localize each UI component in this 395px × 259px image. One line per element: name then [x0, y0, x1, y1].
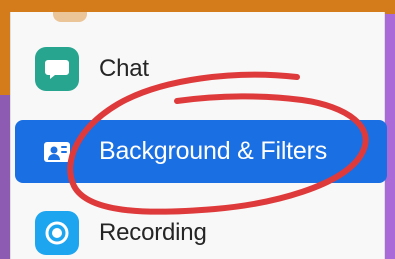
sidebar-item-chat[interactable]: Chat — [15, 38, 387, 100]
sidebar-item-background-filters[interactable]: Background & Filters — [15, 120, 387, 183]
chat-icon — [35, 47, 79, 91]
screenshot-stage: Chat Background & Filters Recording — [0, 0, 395, 259]
background-filters-icon — [35, 130, 79, 174]
sidebar-item-recording[interactable]: Recording — [15, 202, 387, 259]
sidebar-item-label: Background & Filters — [99, 137, 328, 165]
sidebar-item-label: Recording — [99, 219, 207, 246]
sidebar-item-label: Chat — [99, 55, 149, 82]
recording-icon — [35, 211, 79, 255]
partial-top-icon — [53, 12, 87, 22]
